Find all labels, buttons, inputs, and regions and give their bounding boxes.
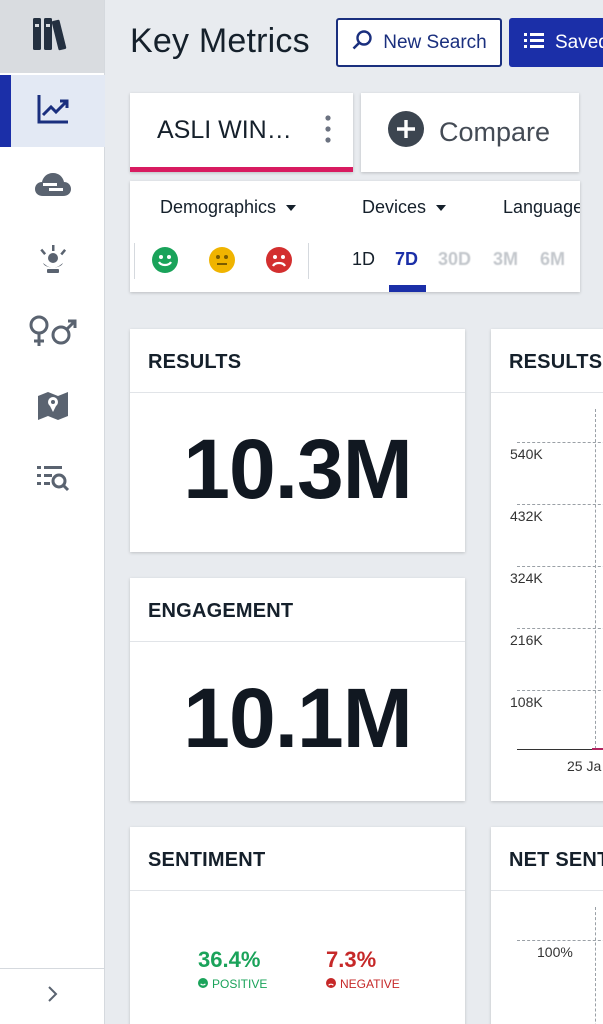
negative-face-icon[interactable] bbox=[266, 247, 292, 273]
positive-label: POSITIVE bbox=[212, 977, 268, 991]
map-icon bbox=[36, 390, 70, 427]
chart-line bbox=[592, 748, 603, 750]
filter-bar: Demographics Devices Languages 1D 7D 30D… bbox=[130, 181, 580, 292]
y-tick-label: 108K bbox=[510, 694, 543, 710]
library-books-icon bbox=[30, 14, 74, 59]
divider bbox=[491, 890, 603, 891]
trending-chart-icon bbox=[36, 93, 70, 130]
sidebar-item-locations[interactable] bbox=[0, 372, 105, 444]
positive-label-row: POSITIVE bbox=[198, 977, 267, 991]
y-tick-label: 432K bbox=[510, 508, 543, 524]
grid-line bbox=[517, 628, 603, 629]
gender-icon bbox=[27, 313, 79, 354]
compare-label: Compare bbox=[439, 117, 551, 147]
negative-label-row: NEGATIVE bbox=[326, 977, 400, 991]
languages-label: Languages bbox=[503, 197, 580, 217]
positive-face-icon bbox=[198, 977, 208, 991]
divider bbox=[130, 392, 465, 393]
person-spotlight-icon bbox=[37, 243, 69, 280]
page-title: Key Metrics bbox=[130, 22, 310, 60]
net-sentiment-card: NET SENT 100% bbox=[491, 827, 603, 1024]
sentiment-title: SENTIMENT bbox=[148, 849, 266, 871]
x-axis bbox=[517, 749, 603, 750]
results-card: RESULTS 10.3M bbox=[130, 329, 465, 552]
divider bbox=[134, 243, 135, 279]
sidebar-item-key-metrics[interactable] bbox=[0, 75, 105, 147]
sentiment-card: SENTIMENT 36.4% POSITIVE 7.3% NEGATIVE bbox=[130, 827, 465, 1024]
query-name: ASLI WIN… bbox=[157, 115, 292, 144]
grid-line bbox=[517, 940, 603, 941]
chart-vertical-gridline bbox=[595, 409, 596, 749]
sidebar-item-demographics[interactable] bbox=[0, 297, 105, 369]
sidebar bbox=[0, 0, 105, 1024]
divider bbox=[491, 392, 603, 393]
range-7d[interactable]: 7D bbox=[395, 249, 418, 270]
query-tab[interactable]: ASLI WIN… bbox=[130, 93, 353, 172]
y-tick-label: 324K bbox=[510, 570, 543, 586]
demographics-label: Demographics bbox=[160, 197, 277, 217]
engagement-title: ENGAGEMENT bbox=[148, 600, 294, 622]
caret-down-icon bbox=[436, 204, 447, 211]
sidebar-expand-button[interactable] bbox=[0, 968, 105, 1024]
more-options-icon[interactable] bbox=[325, 115, 331, 150]
grid-line bbox=[517, 690, 603, 691]
negative-face-icon bbox=[326, 977, 336, 991]
grid-line bbox=[517, 504, 603, 505]
neutral-face-icon[interactable] bbox=[209, 247, 235, 273]
languages-dropdown[interactable]: Languages bbox=[503, 197, 580, 218]
results-value: 10.3M bbox=[183, 422, 412, 516]
add-circle-icon bbox=[387, 110, 425, 155]
range-6m[interactable]: 6M bbox=[540, 249, 565, 270]
divider bbox=[308, 243, 309, 279]
range-30d[interactable]: 30D bbox=[438, 249, 471, 270]
devices-label: Devices bbox=[362, 197, 427, 217]
engagement-card: ENGAGEMENT 10.1M bbox=[130, 578, 465, 801]
results-chart-title: RESULTS bbox=[509, 351, 603, 373]
x-tick-label: 25 Ja bbox=[567, 758, 602, 774]
results-title: RESULTS bbox=[148, 351, 242, 373]
active-range-indicator bbox=[389, 285, 426, 292]
y-tick-label: 540K bbox=[510, 446, 543, 462]
range-3m[interactable]: 3M bbox=[493, 249, 518, 270]
positive-face-icon[interactable] bbox=[152, 247, 178, 273]
positive-value: 36.4% bbox=[198, 947, 261, 972]
divider bbox=[130, 641, 465, 642]
sidebar-library-item[interactable] bbox=[0, 0, 104, 73]
net-sentiment-title: NET SENT bbox=[509, 849, 603, 871]
list-search-icon bbox=[35, 462, 71, 499]
grid-line bbox=[517, 442, 603, 443]
cloud-icon bbox=[33, 169, 73, 204]
negative-label: NEGATIVE bbox=[340, 977, 400, 991]
divider bbox=[130, 890, 465, 891]
new-search-label: New Search bbox=[383, 31, 487, 53]
new-search-button[interactable]: New Search bbox=[336, 18, 502, 67]
saved-button[interactable]: Saved bbox=[509, 18, 603, 67]
chart-vertical-gridline bbox=[595, 907, 596, 1024]
saved-label: Saved bbox=[555, 31, 603, 53]
engagement-value: 10.1M bbox=[183, 671, 412, 765]
chevron-right-icon bbox=[46, 985, 60, 1008]
devices-dropdown[interactable]: Devices bbox=[362, 197, 447, 218]
sidebar-item-search-list[interactable] bbox=[0, 444, 105, 516]
caret-down-icon bbox=[286, 204, 297, 211]
results-chart-card: RESULTS 540K 432K 324K 216K 108K 25 Ja bbox=[491, 329, 603, 801]
compare-button[interactable]: Compare bbox=[361, 93, 579, 172]
sidebar-item-topics[interactable] bbox=[0, 150, 105, 222]
list-icon bbox=[523, 31, 545, 55]
grid-line bbox=[517, 566, 603, 567]
sidebar-item-influencers[interactable] bbox=[0, 225, 105, 297]
demographics-dropdown[interactable]: Demographics bbox=[160, 197, 297, 218]
y-tick-label: 216K bbox=[510, 632, 543, 648]
y-tick-label: 100% bbox=[537, 944, 573, 960]
range-1d[interactable]: 1D bbox=[352, 249, 375, 270]
search-icon bbox=[351, 29, 373, 57]
negative-value: 7.3% bbox=[326, 947, 377, 972]
